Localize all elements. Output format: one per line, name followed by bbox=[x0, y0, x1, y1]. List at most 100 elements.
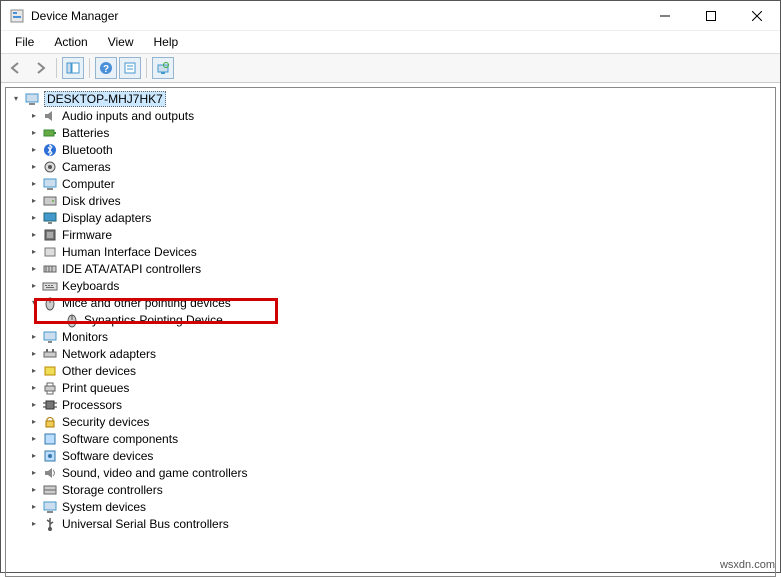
show-hide-tree-button[interactable] bbox=[62, 57, 84, 79]
category-label: Processors bbox=[62, 398, 122, 412]
chevron-right-icon[interactable]: ▸ bbox=[28, 416, 40, 428]
category-label: Monitors bbox=[62, 330, 108, 344]
tree-category[interactable]: ▸ IDE ATA/ATAPI controllers bbox=[6, 260, 775, 277]
chevron-right-icon[interactable]: ▸ bbox=[28, 246, 40, 258]
category-label: Computer bbox=[62, 177, 115, 191]
scan-hardware-button[interactable] bbox=[152, 57, 174, 79]
software-component-icon bbox=[42, 431, 58, 447]
printer-icon bbox=[42, 380, 58, 396]
camera-icon bbox=[42, 159, 58, 175]
menu-file[interactable]: File bbox=[7, 33, 42, 51]
processor-icon bbox=[42, 397, 58, 413]
app-icon bbox=[9, 8, 25, 24]
tree-category[interactable]: ▸ Firmware bbox=[6, 226, 775, 243]
tree-category[interactable]: ▸ Human Interface Devices bbox=[6, 243, 775, 260]
maximize-button[interactable] bbox=[688, 1, 734, 31]
chevron-right-icon[interactable]: ▸ bbox=[28, 144, 40, 156]
help-button[interactable]: ? bbox=[95, 57, 117, 79]
chevron-right-icon[interactable]: ▸ bbox=[28, 501, 40, 513]
menu-help[interactable]: Help bbox=[146, 33, 187, 51]
category-label: Print queues bbox=[62, 381, 129, 395]
category-label: Disk drives bbox=[62, 194, 121, 208]
category-label: Software devices bbox=[62, 449, 153, 463]
category-label: Sound, video and game controllers bbox=[62, 466, 247, 480]
window-controls bbox=[642, 1, 780, 30]
device-tree[interactable]: ▾ DESKTOP-MHJ7HK7 ▸ Audio inputs and out… bbox=[6, 88, 775, 576]
tree-category[interactable]: ▸ Display adapters bbox=[6, 209, 775, 226]
chevron-right-icon[interactable]: ▸ bbox=[28, 348, 40, 360]
chevron-right-icon[interactable]: ▸ bbox=[28, 178, 40, 190]
chevron-right-icon[interactable]: ▸ bbox=[28, 110, 40, 122]
usb-icon bbox=[42, 516, 58, 532]
tree-category[interactable]: ▸ Bluetooth bbox=[6, 141, 775, 158]
tree-category[interactable]: ▸ Monitors bbox=[6, 328, 775, 345]
category-label: Keyboards bbox=[62, 279, 119, 293]
tree-category[interactable]: ▸ Computer bbox=[6, 175, 775, 192]
tree-root[interactable]: ▾ DESKTOP-MHJ7HK7 bbox=[6, 90, 775, 107]
tree-category[interactable]: ▸ Batteries bbox=[6, 124, 775, 141]
chevron-right-icon[interactable]: ▸ bbox=[28, 382, 40, 394]
category-label: Cameras bbox=[62, 160, 111, 174]
chevron-right-icon[interactable]: ▸ bbox=[28, 433, 40, 445]
menu-view[interactable]: View bbox=[100, 33, 142, 51]
tree-category[interactable]: ▸ System devices bbox=[6, 498, 775, 515]
tree-category[interactable]: ▸ Software components bbox=[6, 430, 775, 447]
chevron-right-icon[interactable]: ▸ bbox=[28, 212, 40, 224]
chevron-right-icon[interactable]: ▸ bbox=[28, 399, 40, 411]
category-label: Display adapters bbox=[62, 211, 151, 225]
tree-category-mice[interactable]: ▾ Mice and other pointing devices bbox=[6, 294, 775, 311]
computer-icon bbox=[24, 91, 40, 107]
computer-icon bbox=[42, 176, 58, 192]
back-button[interactable] bbox=[5, 57, 27, 79]
network-icon bbox=[42, 346, 58, 362]
software-device-icon bbox=[42, 448, 58, 464]
category-label: Security devices bbox=[62, 415, 149, 429]
chevron-right-icon[interactable]: ▸ bbox=[28, 365, 40, 377]
chevron-right-icon[interactable]: ▸ bbox=[28, 518, 40, 530]
device-label: Synaptics Pointing Device bbox=[84, 313, 223, 327]
chevron-down-icon[interactable]: ▾ bbox=[10, 93, 22, 105]
category-label: Human Interface Devices bbox=[62, 245, 197, 259]
tree-category[interactable]: ▸ Storage controllers bbox=[6, 481, 775, 498]
svg-text:?: ? bbox=[103, 64, 109, 75]
tree-device[interactable]: Synaptics Pointing Device bbox=[6, 311, 775, 328]
chevron-right-icon[interactable]: ▸ bbox=[28, 161, 40, 173]
chevron-down-icon[interactable]: ▾ bbox=[28, 297, 40, 309]
menubar: File Action View Help bbox=[1, 31, 780, 54]
category-label: Bluetooth bbox=[62, 143, 113, 157]
tree-category[interactable]: ▸ Other devices bbox=[6, 362, 775, 379]
bluetooth-icon bbox=[42, 142, 58, 158]
other-icon bbox=[42, 363, 58, 379]
tree-category[interactable]: ▸ Processors bbox=[6, 396, 775, 413]
tree-category[interactable]: ▸ Print queues bbox=[6, 379, 775, 396]
chevron-right-icon[interactable]: ▸ bbox=[28, 280, 40, 292]
menu-action[interactable]: Action bbox=[46, 33, 95, 51]
tree-category[interactable]: ▸ Disk drives bbox=[6, 192, 775, 209]
tree-category[interactable]: ▸ Software devices bbox=[6, 447, 775, 464]
watermark: wsxdn.com bbox=[720, 559, 775, 571]
forward-button[interactable] bbox=[29, 57, 51, 79]
chevron-right-icon[interactable]: ▸ bbox=[28, 331, 40, 343]
tree-category[interactable]: ▸ Network adapters bbox=[6, 345, 775, 362]
chevron-right-icon[interactable]: ▸ bbox=[28, 467, 40, 479]
tree-category[interactable]: ▸ Universal Serial Bus controllers bbox=[6, 515, 775, 532]
chevron-right-icon[interactable]: ▸ bbox=[28, 229, 40, 241]
tree-category[interactable]: ▸ Security devices bbox=[6, 413, 775, 430]
chevron-right-icon[interactable]: ▸ bbox=[28, 195, 40, 207]
chevron-right-icon[interactable]: ▸ bbox=[28, 263, 40, 275]
chevron-right-icon[interactable]: ▸ bbox=[28, 450, 40, 462]
tree-category[interactable]: ▸ Keyboards bbox=[6, 277, 775, 294]
chevron-right-icon[interactable]: ▸ bbox=[28, 127, 40, 139]
minimize-button[interactable] bbox=[642, 1, 688, 31]
tree-category[interactable]: ▸ Sound, video and game controllers bbox=[6, 464, 775, 481]
window-title: Device Manager bbox=[31, 9, 642, 23]
chevron-right-icon[interactable]: ▸ bbox=[28, 484, 40, 496]
category-label: Firmware bbox=[62, 228, 112, 242]
properties-button[interactable] bbox=[119, 57, 141, 79]
tree-category[interactable]: ▸ Cameras bbox=[6, 158, 775, 175]
close-button[interactable] bbox=[734, 1, 780, 31]
tree-category[interactable]: ▸ Audio inputs and outputs bbox=[6, 107, 775, 124]
firmware-icon bbox=[42, 227, 58, 243]
toolbar: ? bbox=[1, 54, 780, 83]
category-label: Software components bbox=[62, 432, 178, 446]
